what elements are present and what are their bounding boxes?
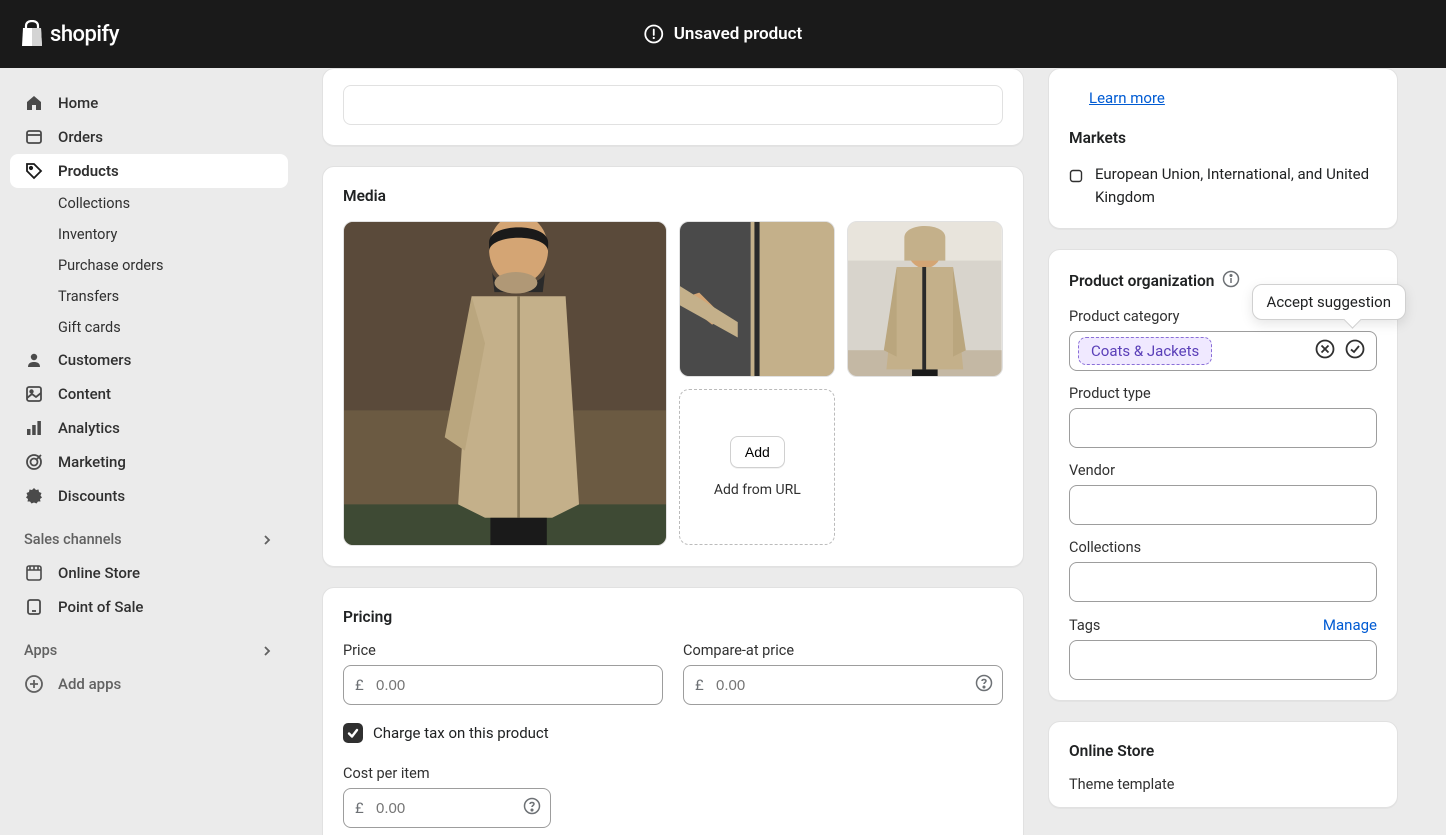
shopify-bag-icon bbox=[20, 20, 44, 48]
chevron-right-icon bbox=[260, 644, 274, 658]
cost-input[interactable] bbox=[343, 788, 551, 828]
product-image-2 bbox=[680, 222, 834, 376]
charge-tax-label: Charge tax on this product bbox=[373, 724, 549, 742]
learn-more-link[interactable]: Learn more bbox=[1089, 89, 1165, 107]
sidebar-sub-purchase-orders[interactable]: Purchase orders bbox=[10, 250, 288, 281]
product-image-3 bbox=[848, 222, 1002, 376]
pos-icon bbox=[24, 597, 44, 617]
category-field[interactable]: Coats & Jackets Accept suggestion bbox=[1069, 331, 1377, 371]
theme-template-label: Theme template bbox=[1069, 776, 1377, 793]
vendor-label: Vendor bbox=[1069, 462, 1377, 479]
store-icon bbox=[24, 563, 44, 583]
org-title: Product organization bbox=[1069, 272, 1214, 290]
collections-input[interactable] bbox=[1069, 562, 1377, 602]
markets-text: European Union, International, and Unite… bbox=[1095, 163, 1377, 208]
orders-icon bbox=[24, 127, 44, 147]
type-input[interactable] bbox=[1069, 408, 1377, 448]
topbar-status: Unsaved product bbox=[644, 24, 802, 44]
media-thumb-2[interactable] bbox=[679, 221, 835, 377]
partial-input-top[interactable] bbox=[343, 85, 1003, 125]
sidebar-item-analytics[interactable]: Analytics bbox=[10, 411, 288, 445]
compare-price-input[interactable] bbox=[683, 665, 1003, 705]
sidebar: Home Orders Products Collections Invento… bbox=[0, 68, 298, 835]
sidebar-item-marketing[interactable]: Marketing bbox=[10, 445, 288, 479]
tags-label: Tags bbox=[1069, 617, 1100, 634]
accept-suggestion-button[interactable] bbox=[1344, 338, 1366, 364]
topbar: shopify Unsaved product bbox=[0, 0, 1446, 68]
help-icon[interactable] bbox=[975, 674, 993, 696]
sidebar-sub-transfers[interactable]: Transfers bbox=[10, 281, 288, 312]
online-store-title: Online Store bbox=[1069, 742, 1377, 760]
pricing-title: Pricing bbox=[343, 608, 1003, 626]
pricing-card: Pricing Price £ Compare-at price £ Charg… bbox=[322, 587, 1024, 835]
tags-input[interactable] bbox=[1069, 640, 1377, 680]
sidebar-item-pos[interactable]: Point of Sale bbox=[10, 590, 288, 624]
type-label: Product type bbox=[1069, 385, 1377, 402]
help-icon[interactable] bbox=[523, 797, 541, 819]
products-icon bbox=[24, 161, 44, 181]
info-icon[interactable] bbox=[1222, 270, 1240, 292]
card-partial-top bbox=[322, 68, 1024, 146]
markets-title: Markets bbox=[1069, 129, 1377, 147]
sidebar-item-discounts[interactable]: Discounts bbox=[10, 479, 288, 513]
media-card: Media Add Add from URL bbox=[322, 166, 1024, 567]
sidebar-item-add-apps[interactable]: Add apps bbox=[10, 667, 288, 701]
discounts-icon bbox=[24, 486, 44, 506]
price-input[interactable] bbox=[343, 665, 663, 705]
media-add-tile[interactable]: Add Add from URL bbox=[679, 389, 835, 545]
sidebar-item-home[interactable]: Home bbox=[10, 86, 288, 120]
currency-symbol: £ bbox=[355, 676, 364, 694]
currency-symbol: £ bbox=[355, 799, 364, 817]
sidebar-header-sales-channels[interactable]: Sales channels bbox=[10, 513, 288, 556]
brand-text: shopify bbox=[50, 22, 119, 47]
globe-icon bbox=[1069, 167, 1083, 208]
analytics-icon bbox=[24, 418, 44, 438]
media-thumb-3[interactable] bbox=[847, 221, 1003, 377]
manage-tags-link[interactable]: Manage bbox=[1323, 616, 1377, 634]
sidebar-item-customers[interactable]: Customers bbox=[10, 343, 288, 377]
sidebar-sub-collections[interactable]: Collections bbox=[10, 188, 288, 219]
sidebar-header-apps[interactable]: Apps bbox=[10, 624, 288, 667]
marketing-icon bbox=[24, 452, 44, 472]
media-main-image[interactable] bbox=[343, 221, 667, 546]
add-from-url-link[interactable]: Add from URL bbox=[714, 482, 801, 498]
media-title: Media bbox=[343, 187, 1003, 205]
cost-label: Cost per item bbox=[343, 765, 1003, 782]
sidebar-sub-inventory[interactable]: Inventory bbox=[10, 219, 288, 250]
sidebar-item-products[interactable]: Products bbox=[10, 154, 288, 188]
customers-icon bbox=[24, 350, 44, 370]
sidebar-item-content[interactable]: Content bbox=[10, 377, 288, 411]
compare-label: Compare-at price bbox=[683, 642, 1003, 659]
currency-symbol: £ bbox=[695, 676, 704, 694]
add-media-button[interactable]: Add bbox=[730, 436, 785, 468]
card-markets: Learn more Markets European Union, Inter… bbox=[1048, 68, 1398, 229]
brand-logo[interactable]: shopify bbox=[20, 20, 119, 48]
sidebar-item-online-store[interactable]: Online Store bbox=[10, 556, 288, 590]
price-label: Price bbox=[343, 642, 663, 659]
checkbox-checked-icon bbox=[343, 723, 363, 743]
collections-label: Collections bbox=[1069, 539, 1377, 556]
charge-tax-row[interactable]: Charge tax on this product bbox=[343, 723, 1003, 743]
content-icon bbox=[24, 384, 44, 404]
sidebar-item-orders[interactable]: Orders bbox=[10, 120, 288, 154]
vendor-input[interactable] bbox=[1069, 485, 1377, 525]
reject-suggestion-button[interactable] bbox=[1314, 338, 1336, 364]
status-text: Unsaved product bbox=[674, 24, 802, 44]
accept-suggestion-tooltip: Accept suggestion bbox=[1252, 284, 1406, 320]
chevron-right-icon bbox=[260, 533, 274, 547]
card-online-store: Online Store Theme template bbox=[1048, 721, 1398, 808]
alert-icon bbox=[644, 24, 664, 44]
sidebar-sub-gift-cards[interactable]: Gift cards bbox=[10, 312, 288, 343]
home-icon bbox=[24, 93, 44, 113]
plus-circle-icon bbox=[24, 674, 44, 694]
product-image-1 bbox=[344, 222, 666, 545]
card-organization: Product organization Product category Co… bbox=[1048, 249, 1398, 701]
category-suggestion-pill[interactable]: Coats & Jackets bbox=[1078, 337, 1212, 365]
